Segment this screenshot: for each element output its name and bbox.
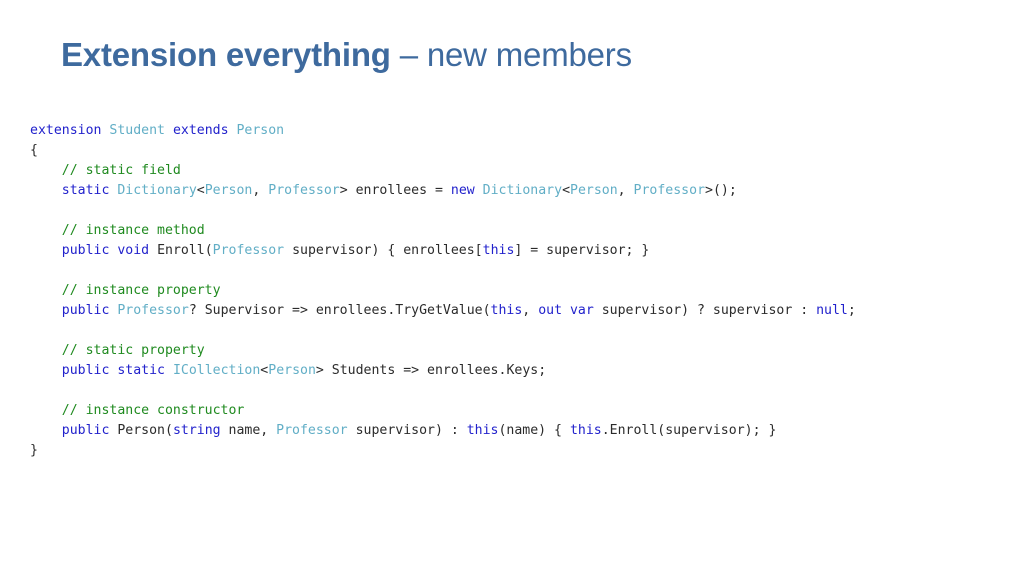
code-token-pl: , bbox=[522, 303, 539, 318]
code-line: // static property bbox=[30, 341, 1010, 361]
page-title: Extension everything – new members bbox=[61, 32, 961, 80]
code-line: // instance method bbox=[30, 221, 1010, 241]
code-line: // instance constructor bbox=[30, 401, 1010, 421]
code-token-pl: > Students => enrollees.Keys; bbox=[315, 363, 547, 378]
code-block: extension Student extends Person { // sta… bbox=[30, 121, 1010, 461]
code-line: static Dictionary<Person, Professor> enr… bbox=[30, 181, 1010, 201]
code-token-ty: Professor bbox=[117, 303, 189, 318]
code-token-pl: Person( bbox=[109, 423, 173, 438]
code-token-kw: extension bbox=[30, 123, 102, 138]
code-token-ty: Dictionary bbox=[482, 183, 563, 198]
code-token-ty: Person bbox=[268, 363, 316, 378]
code-token-pl: (name) { bbox=[498, 423, 570, 438]
page-title-bold: Extension everything bbox=[61, 36, 391, 73]
code-token-kw: public bbox=[61, 363, 110, 378]
page-title-regular: – new members bbox=[390, 36, 632, 73]
code-token-pl: ; bbox=[847, 303, 856, 318]
code-token-pl: ] = supervisor; } bbox=[514, 243, 650, 258]
code-token-kw: this bbox=[490, 303, 523, 318]
code-line: // static field bbox=[30, 161, 1010, 181]
code-token-pl: Enroll( bbox=[149, 243, 213, 258]
code-line: extension Student extends Person bbox=[30, 121, 1010, 141]
code-token-pl: , bbox=[617, 183, 634, 198]
code-token-ty: Professor bbox=[212, 243, 285, 258]
code-token-pl: .Enroll(supervisor); } bbox=[601, 423, 777, 438]
code-token-pl: supervisor) : bbox=[347, 423, 467, 438]
code-token-cm: // instance method bbox=[61, 223, 205, 238]
code-line: // instance property bbox=[30, 281, 1010, 301]
code-token-pl: { bbox=[30, 143, 38, 158]
code-token-cm: // static property bbox=[61, 343, 205, 358]
code-token-kw: out bbox=[538, 303, 563, 318]
code-token-pl: supervisor) ? supervisor : bbox=[593, 303, 817, 318]
code-token-kw: string bbox=[172, 423, 221, 438]
code-token-ty: Person bbox=[236, 123, 285, 138]
presentation-slide: Extension everything – new members exten… bbox=[0, 0, 1024, 576]
code-token-ty: Professor bbox=[268, 183, 340, 198]
code-token-kw: public bbox=[61, 303, 110, 318]
code-token-pl: supervisor) { enrollees[ bbox=[284, 243, 483, 258]
code-token-ty: Student bbox=[109, 123, 165, 138]
code-token-ty: Person bbox=[204, 183, 253, 198]
code-token-kw: public bbox=[61, 423, 110, 438]
code-token-kw: var bbox=[569, 303, 594, 318]
code-token-ty: Professor bbox=[633, 183, 706, 198]
code-line: public Person(string name, Professor sup… bbox=[30, 421, 1010, 441]
code-token-pl: < bbox=[562, 183, 571, 198]
code-token-kw: this bbox=[466, 423, 499, 438]
code-token-ty: Dictionary bbox=[117, 183, 197, 198]
code-token-cm: // instance constructor bbox=[61, 403, 245, 418]
code-line: } bbox=[30, 441, 1010, 461]
code-token-pl: < bbox=[196, 183, 205, 198]
code-token-ty: Person bbox=[570, 183, 618, 198]
code-line: public static ICollection<Person> Studen… bbox=[30, 361, 1010, 381]
code-token-kw: extends bbox=[172, 123, 229, 138]
code-token-kw: this bbox=[482, 243, 515, 258]
code-token-kw: static bbox=[61, 183, 110, 198]
code-token-pl: >(); bbox=[705, 183, 737, 198]
code-token-pl: , bbox=[252, 183, 269, 198]
code-token-kw: new bbox=[450, 183, 475, 198]
code-line: public void Enroll(Professor supervisor)… bbox=[30, 241, 1010, 261]
code-token-pl: ? Supervisor => enrollees.TryGetValue( bbox=[188, 303, 491, 318]
code-token-cm: // static field bbox=[61, 163, 181, 178]
code-line: { bbox=[30, 141, 1010, 161]
code-token-ty: ICollection bbox=[172, 363, 261, 378]
code-token-pl: } bbox=[30, 443, 38, 458]
code-token-kw: static bbox=[117, 363, 165, 378]
code-line: public Professor? Supervisor => enrollee… bbox=[30, 301, 1010, 321]
code-token-pl: name, bbox=[220, 423, 277, 438]
code-token-cm: // instance property bbox=[61, 283, 221, 298]
code-token-kw: public bbox=[61, 243, 110, 258]
code-token-pl: > enrollees = bbox=[339, 183, 451, 198]
code-token-ty: Professor bbox=[276, 423, 348, 438]
code-token-kw: void bbox=[117, 243, 150, 258]
code-token-kw: this bbox=[569, 423, 602, 438]
code-token-kw: null bbox=[816, 303, 848, 318]
